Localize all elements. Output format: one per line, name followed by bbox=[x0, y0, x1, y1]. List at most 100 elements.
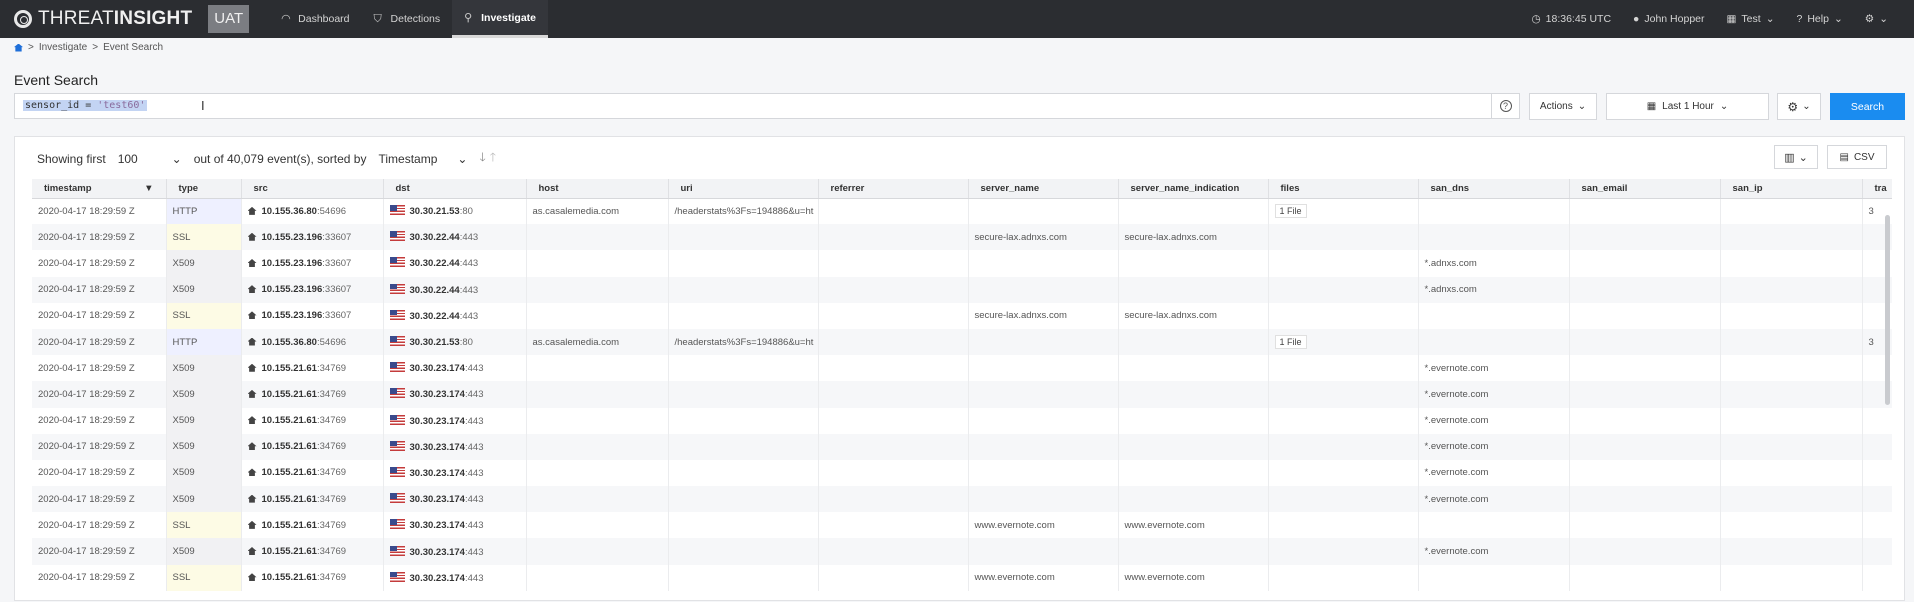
table-row[interactable]: 2020-04-17 18:29:59 Z SSL 10.155.23.196:33… bbox=[32, 302, 1892, 329]
cell-src[interactable]: 10.155.21.61:34769 bbox=[241, 407, 384, 434]
cell-src[interactable]: 10.155.23.196:33607 bbox=[241, 302, 384, 329]
internal-host-icon bbox=[247, 311, 257, 320]
table-row[interactable]: 2020-04-17 18:29:59 Z SSL 10.155.21.61:347… bbox=[32, 564, 1892, 591]
us-flag-icon bbox=[389, 414, 405, 425]
cell-dst[interactable]: 30.30.22.44:443 bbox=[383, 276, 527, 303]
cell-src[interactable]: 10.155.21.61:34769 bbox=[241, 459, 384, 487]
cell-dst[interactable]: 30.30.23.174:443 bbox=[383, 407, 527, 434]
col-src[interactable]: src bbox=[241, 179, 384, 199]
cell-san-ip bbox=[1720, 198, 1863, 225]
col-uri[interactable]: uri bbox=[668, 179, 819, 199]
cell-src[interactable]: 10.155.21.61:34769 bbox=[241, 564, 384, 591]
time-range-picker[interactable]: ▦ Last 1 Hour ⌄ bbox=[1606, 93, 1769, 120]
cell-src[interactable]: 10.155.21.61:34769 bbox=[241, 355, 384, 382]
cell-dst[interactable]: 30.30.22.44:443 bbox=[383, 302, 527, 329]
cell-files bbox=[1268, 276, 1419, 303]
cell-host bbox=[526, 459, 669, 487]
cell-src[interactable]: 10.155.23.196:33607 bbox=[241, 224, 384, 251]
col-dst[interactable]: dst bbox=[383, 179, 527, 199]
home-icon[interactable] bbox=[14, 43, 23, 52]
nav-detections[interactable]: ⛉ Detections bbox=[362, 0, 453, 38]
cell-san-email bbox=[1569, 512, 1721, 539]
table-row[interactable]: 2020-04-17 18:29:59 Z SSL 10.155.21.61:347… bbox=[32, 512, 1892, 539]
cell-dst[interactable]: 30.30.23.174:443 bbox=[383, 433, 527, 460]
cell-src[interactable]: 10.155.21.61:34769 bbox=[241, 538, 384, 565]
cell-dst[interactable]: 30.30.22.44:443 bbox=[383, 224, 527, 251]
col-files[interactable]: files bbox=[1268, 179, 1419, 199]
cell-src[interactable]: 10.155.36.80:54696 bbox=[241, 328, 384, 356]
cell-src[interactable]: 10.155.21.61:34769 bbox=[241, 381, 384, 408]
cell-src[interactable]: 10.155.21.61:34769 bbox=[241, 433, 384, 460]
sort-field-select[interactable]: Timestamp ⌄ bbox=[374, 149, 471, 169]
internal-host-icon bbox=[247, 442, 257, 451]
cell-dst[interactable]: 30.30.23.174:443 bbox=[383, 564, 527, 591]
cell-san-ip bbox=[1720, 538, 1863, 565]
cell-src[interactable]: 10.155.21.61:34769 bbox=[241, 486, 384, 513]
cell-dst[interactable]: 30.30.23.174:443 bbox=[383, 355, 527, 382]
cell-timestamp: 2020-04-17 18:29:59 Z bbox=[32, 302, 167, 329]
columns-button[interactable]: ▥ ⌄ bbox=[1774, 145, 1818, 169]
brand[interactable]: THREATINSIGHT UAT bbox=[0, 5, 250, 33]
col-server-name-indication[interactable]: server_name_indication bbox=[1118, 179, 1269, 199]
sort-ascending-icon[interactable]: 🡑 bbox=[490, 148, 496, 169]
table-row[interactable]: 2020-04-17 18:29:59 Z X509 10.155.23.196:3… bbox=[32, 276, 1892, 303]
cell-timestamp: 2020-04-17 18:29:59 Z bbox=[32, 486, 167, 513]
query-help-button[interactable]: ? bbox=[1492, 93, 1520, 119]
cell-dst[interactable]: 30.30.23.174:443 bbox=[383, 538, 527, 565]
col-san-email[interactable]: san_email bbox=[1569, 179, 1721, 199]
col-type[interactable]: type bbox=[166, 179, 242, 199]
nav-investigate[interactable]: ⚲ Investigate bbox=[452, 0, 548, 38]
query-settings-button[interactable]: ⚙ ⌄ bbox=[1777, 93, 1821, 120]
cell-server-name-indication bbox=[1118, 433, 1269, 460]
cell-src[interactable]: 10.155.23.196:33607 bbox=[241, 250, 384, 277]
cell-src[interactable]: 10.155.36.80:54696 bbox=[241, 198, 384, 225]
col-tra[interactable]: tra bbox=[1862, 179, 1892, 199]
table-row[interactable]: 2020-04-17 18:29:59 Z X509 10.155.21.61:34… bbox=[32, 459, 1892, 487]
col-san-ip[interactable]: san_ip bbox=[1720, 179, 1863, 199]
files-chip[interactable]: 1 File bbox=[1274, 204, 1307, 219]
cell-dst[interactable]: 30.30.21.53:80 bbox=[383, 198, 527, 225]
cell-dst[interactable]: 30.30.23.174:443 bbox=[383, 486, 527, 513]
breadcrumb-investigate[interactable]: Investigate bbox=[39, 42, 87, 53]
query-input[interactable]: sensor_id = 'test60' I bbox=[14, 93, 1492, 119]
table-row[interactable]: 2020-04-17 18:29:59 Z X509 10.155.21.61:34… bbox=[32, 407, 1892, 434]
cell-dst[interactable]: 30.30.22.44:443 bbox=[383, 250, 527, 277]
table-row[interactable]: 2020-04-17 18:29:59 Z X509 10.155.21.61:34… bbox=[32, 381, 1892, 408]
table-row[interactable]: 2020-04-17 18:29:59 Z X509 10.155.21.61:34… bbox=[32, 538, 1892, 565]
table-row[interactable]: 2020-04-17 18:29:59 Z X509 10.155.21.61:34… bbox=[32, 433, 1892, 460]
cell-server-name-indication bbox=[1118, 250, 1269, 277]
table-row[interactable]: 2020-04-17 18:29:59 Z X509 10.155.21.61:34… bbox=[32, 486, 1892, 513]
cell-src[interactable]: 10.155.21.61:34769 bbox=[241, 512, 384, 539]
sort-descending-icon[interactable]: 🡓 bbox=[479, 148, 485, 169]
col-host[interactable]: host bbox=[526, 179, 669, 199]
cell-dst[interactable]: 30.30.21.53:80 bbox=[383, 328, 527, 356]
settings-menu[interactable]: ⚙ ⌄ bbox=[1865, 13, 1888, 25]
col-timestamp[interactable]: timestamp ▼ bbox=[32, 179, 167, 199]
csv-export-button[interactable]: ▤ CSV bbox=[1827, 145, 1887, 169]
cell-dst[interactable]: 30.30.23.174:443 bbox=[383, 512, 527, 539]
col-server-name[interactable]: server_name bbox=[968, 179, 1119, 199]
table-row[interactable]: 2020-04-17 18:29:59 Z X509 10.155.23.196:3… bbox=[32, 250, 1892, 277]
actions-dropdown[interactable]: Actions ⌄ bbox=[1529, 93, 1597, 120]
table-row[interactable]: 2020-04-17 18:29:59 Z HTTP 10.155.36.80:54… bbox=[32, 328, 1892, 356]
files-chip[interactable]: 1 File bbox=[1274, 335, 1307, 350]
cell-san-dns bbox=[1418, 224, 1570, 251]
help-menu[interactable]: ? Help ⌄ bbox=[1797, 13, 1843, 25]
user-menu[interactable]: ● John Hopper bbox=[1633, 13, 1704, 25]
internal-host-icon bbox=[247, 520, 257, 529]
table-row[interactable]: 2020-04-17 18:29:59 Z SSL 10.155.23.196:33… bbox=[32, 224, 1892, 251]
col-referrer[interactable]: referrer bbox=[818, 179, 969, 199]
cell-src[interactable]: 10.155.23.196:33607 bbox=[241, 276, 384, 303]
cell-dst[interactable]: 30.30.23.174:443 bbox=[383, 459, 527, 487]
table-row[interactable]: 2020-04-17 18:29:59 Z HTTP 10.155.36.80:54… bbox=[32, 198, 1892, 225]
search-button[interactable]: Search bbox=[1830, 93, 1905, 120]
cell-files bbox=[1268, 433, 1419, 460]
table-row[interactable]: 2020-04-17 18:29:59 Z X509 10.155.21.61:34… bbox=[32, 355, 1892, 382]
col-san-dns[interactable]: san_dns bbox=[1418, 179, 1570, 199]
result-count-select[interactable]: 100 ⌄ bbox=[114, 149, 186, 169]
org-menu[interactable]: ▦ Test ⌄ bbox=[1727, 13, 1775, 25]
cell-san-email bbox=[1569, 407, 1721, 434]
table-scrollbar[interactable] bbox=[1885, 215, 1890, 405]
cell-dst[interactable]: 30.30.23.174:443 bbox=[383, 381, 527, 408]
nav-dashboard[interactable]: ◠ Dashboard bbox=[269, 0, 361, 38]
